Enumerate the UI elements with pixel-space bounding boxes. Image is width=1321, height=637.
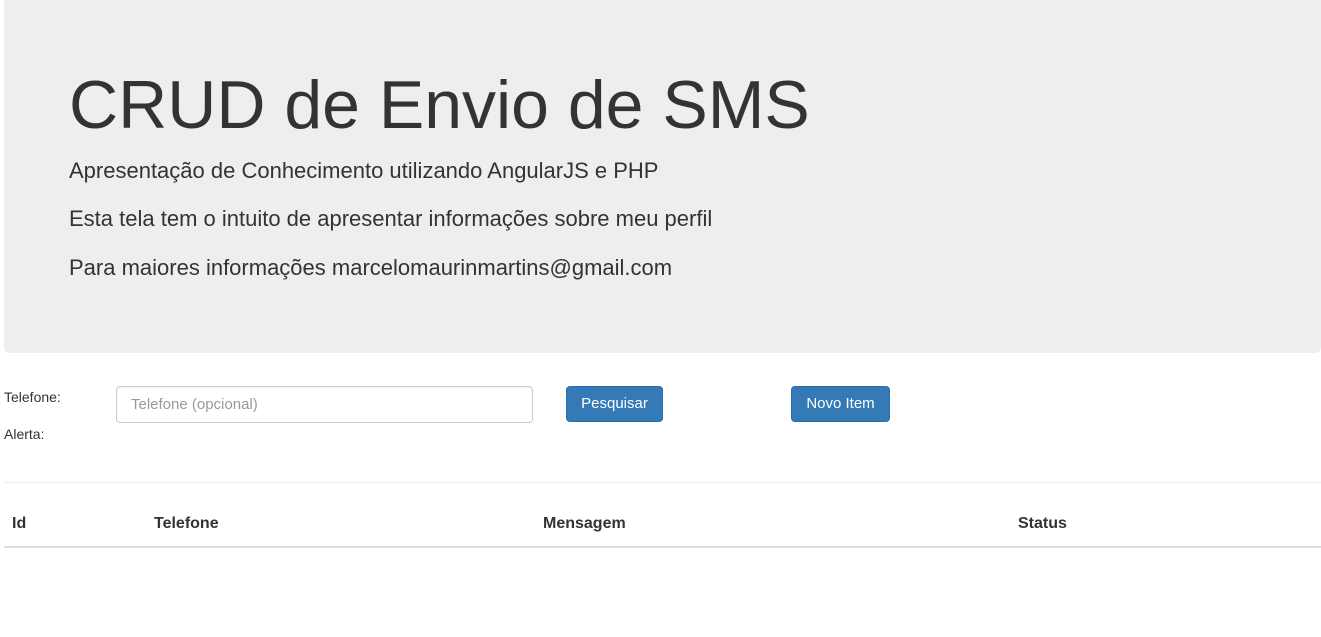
header-jumbotron: CRUD de Envio de SMS Apresentação de Con…: [4, 0, 1321, 353]
header-contact: Para maiores informações marcelomaurinma…: [69, 255, 673, 280]
column-header-telefone[interactable]: Telefone: [146, 505, 535, 548]
new-item-button[interactable]: Novo Item: [791, 386, 890, 422]
table-header-row: Id Telefone Mensagem Status: [4, 505, 1321, 548]
column-header-status[interactable]: Status: [1010, 505, 1321, 548]
header-description: Esta tela tem o intuito de apresentar in…: [69, 206, 713, 231]
telefone-label: Telefone:: [4, 389, 61, 405]
column-header-id[interactable]: Id: [4, 505, 146, 548]
page: CRUD de Envio de SMS Apresentação de Con…: [0, 0, 1321, 637]
header-subtitle: Apresentação de Conhecimento utilizando …: [69, 158, 659, 183]
page-title: CRUD de Envio de SMS: [69, 67, 810, 143]
table-header: Id Telefone Mensagem Status: [4, 505, 1321, 548]
column-header-mensagem[interactable]: Mensagem: [535, 505, 1010, 548]
sms-table: Id Telefone Mensagem Status: [4, 505, 1321, 548]
section-divider: [4, 482, 1321, 483]
alerta-label: Alerta:: [4, 426, 45, 442]
telefone-search-input[interactable]: [116, 386, 533, 423]
search-button[interactable]: Pesquisar: [566, 386, 663, 422]
